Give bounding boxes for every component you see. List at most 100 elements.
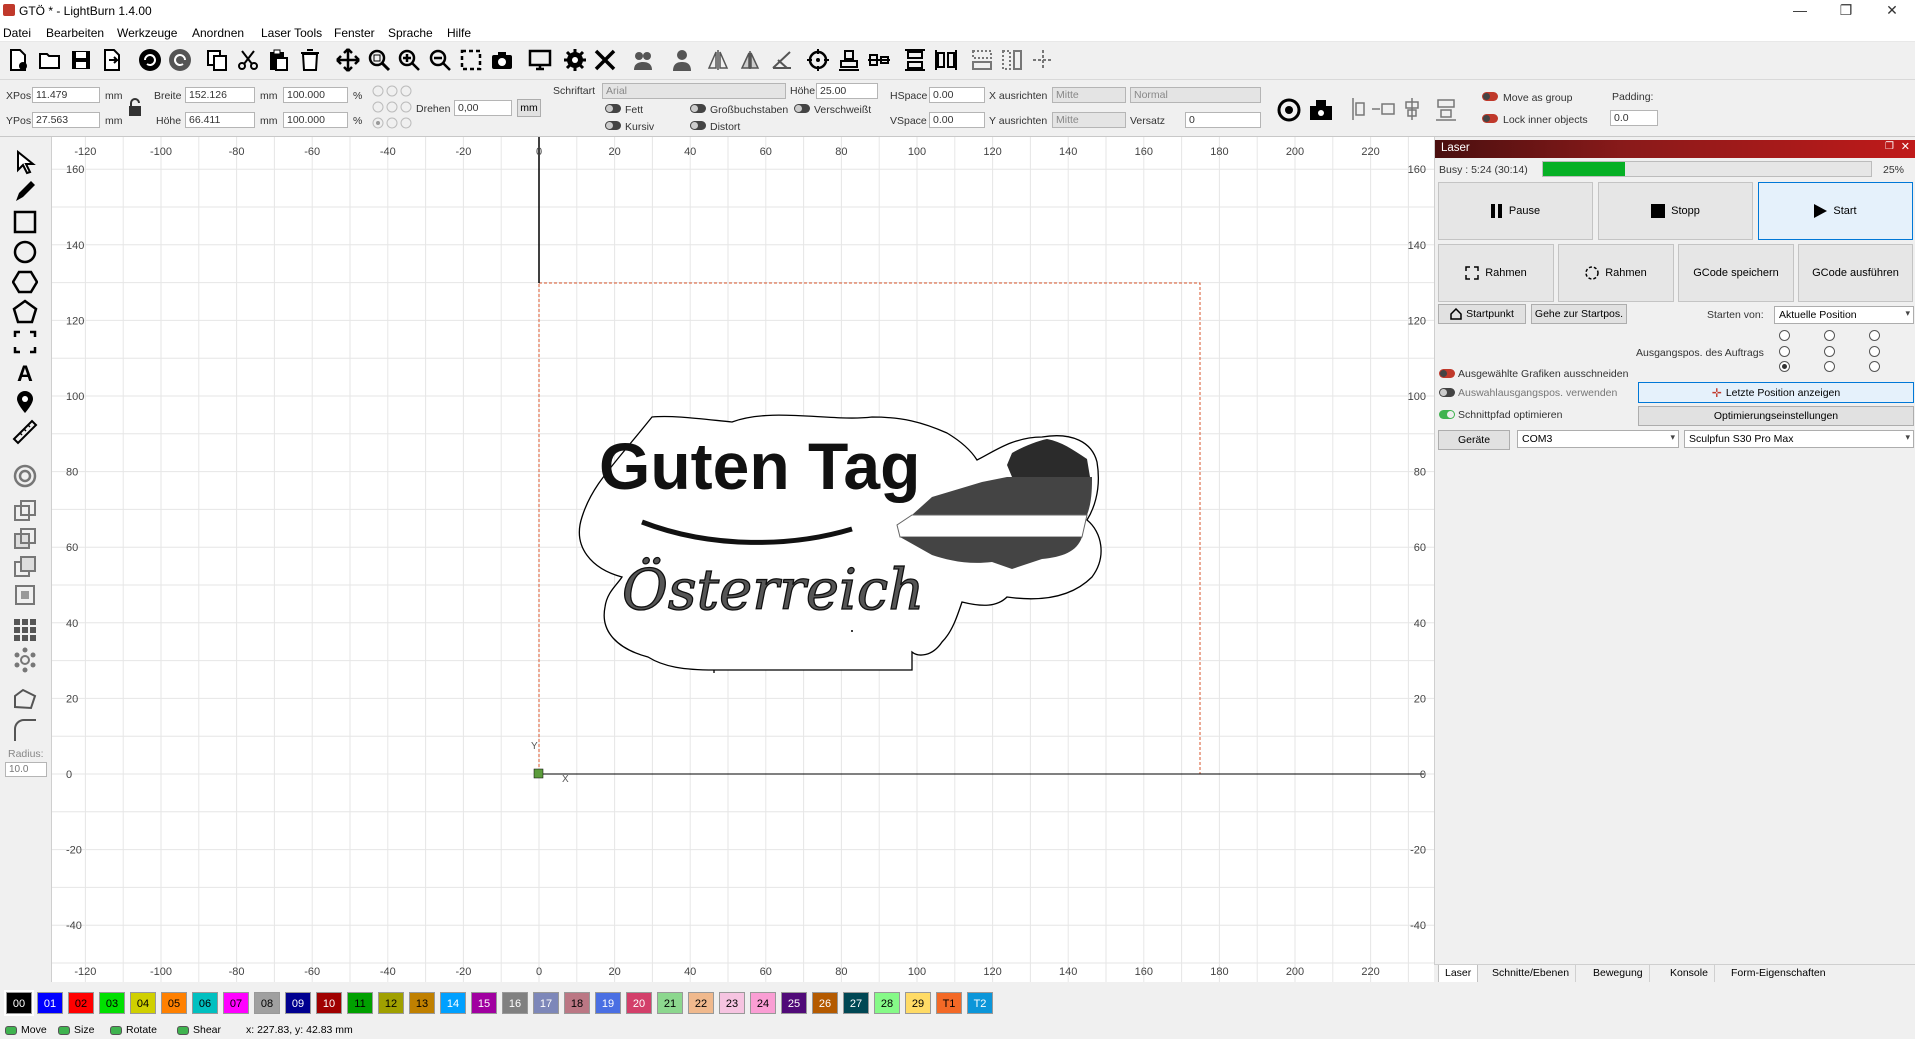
frame-corners-icon[interactable] xyxy=(12,329,38,355)
tab-cuts-layers[interactable]: Schnitte/Ebenen xyxy=(1486,965,1577,983)
menu-werkzeuge[interactable]: Werkzeuge xyxy=(117,26,177,40)
layer-swatch-16[interactable]: 16 xyxy=(502,992,528,1014)
origin-radio-tl[interactable] xyxy=(1779,330,1790,341)
menu-fenster[interactable]: Fenster xyxy=(334,26,375,40)
layer-swatch-14[interactable]: 14 xyxy=(440,992,466,1014)
menu-anordnen[interactable]: Anordnen xyxy=(192,26,244,40)
refresh-eye-icon[interactable] xyxy=(1277,98,1301,122)
layer-swatch-03[interactable]: 03 xyxy=(99,992,125,1014)
layer-swatch-T2[interactable]: T2 xyxy=(967,992,993,1014)
layer-swatch-21[interactable]: 21 xyxy=(657,992,683,1014)
layer-swatch-26[interactable]: 26 xyxy=(812,992,838,1014)
frame-button[interactable]: Rahmen xyxy=(1438,244,1554,302)
startpunkt-button[interactable]: Startpunkt xyxy=(1438,304,1526,324)
boolean-subtract-icon[interactable] xyxy=(12,554,38,580)
weld-icon[interactable] xyxy=(12,498,38,524)
position-pin-icon[interactable] xyxy=(12,389,38,415)
cross-align-icon[interactable] xyxy=(1031,48,1055,72)
ellipse-icon[interactable] xyxy=(12,239,38,265)
edit-nodes-icon[interactable] xyxy=(12,687,38,713)
layer-swatch-13[interactable]: 13 xyxy=(409,992,435,1014)
corner-radius-icon[interactable] xyxy=(12,717,38,743)
camera-icon[interactable] xyxy=(490,48,514,72)
kursiv-toggle[interactable] xyxy=(605,121,621,130)
undo-icon[interactable] xyxy=(138,48,162,72)
layer-swatch-08[interactable]: 08 xyxy=(254,992,280,1014)
text-tool-icon[interactable]: A xyxy=(12,359,38,386)
layer-swatch-06[interactable]: 06 xyxy=(192,992,218,1014)
layer-swatch-19[interactable]: 19 xyxy=(595,992,621,1014)
xpos-field[interactable]: 11.479 xyxy=(32,87,100,103)
close-panel-icon[interactable]: ✕ xyxy=(1901,140,1910,153)
save-icon[interactable] xyxy=(69,48,93,72)
status-size[interactable]: Size xyxy=(58,1024,94,1036)
start-button[interactable]: Start xyxy=(1758,182,1913,240)
select-frame-icon[interactable] xyxy=(459,48,483,72)
origin-radio-ml[interactable] xyxy=(1779,346,1790,357)
layer-swatch-T1[interactable]: T1 xyxy=(936,992,962,1014)
layer-swatch-09[interactable]: 09 xyxy=(285,992,311,1014)
device-select[interactable]: Sculpfun S30 Pro Max ▾ xyxy=(1684,430,1914,448)
radius-field[interactable]: 10.0 xyxy=(5,762,47,777)
origin-radio-br[interactable] xyxy=(1869,361,1880,372)
scale-h-field[interactable]: 100.000 xyxy=(283,112,348,128)
layer-swatch-01[interactable]: 01 xyxy=(37,992,63,1014)
tab-move[interactable]: Bewegung xyxy=(1587,965,1650,983)
tab-laser[interactable]: Laser xyxy=(1438,965,1479,983)
float-panel-icon[interactable]: ❐ xyxy=(1885,141,1894,152)
circular-array-icon[interactable] xyxy=(12,647,38,673)
devices-button[interactable]: Geräte xyxy=(1438,430,1510,450)
origin-radio-tr[interactable] xyxy=(1869,330,1880,341)
lock-icon[interactable] xyxy=(127,98,143,116)
delete-icon[interactable] xyxy=(298,48,322,72)
dock-h-icon[interactable] xyxy=(1000,48,1024,72)
pen-icon[interactable] xyxy=(12,179,38,205)
minimize-button[interactable]: — xyxy=(1777,0,1823,22)
layer-swatch-17[interactable]: 17 xyxy=(533,992,559,1014)
layer-swatch-18[interactable]: 18 xyxy=(564,992,590,1014)
node-edit-icon[interactable] xyxy=(631,48,655,72)
rotate-icon[interactable] xyxy=(770,48,794,72)
redo-icon[interactable] xyxy=(168,48,192,72)
layer-swatch-25[interactable]: 25 xyxy=(781,992,807,1014)
goto-origin-button[interactable]: Gehe zur Startpos. xyxy=(1531,304,1627,324)
polygon-icon[interactable] xyxy=(11,269,39,295)
rectangle-icon[interactable] xyxy=(12,209,38,235)
zoom-out-icon[interactable] xyxy=(428,48,452,72)
drehen-field[interactable]: 0,00 xyxy=(454,100,512,116)
center-target-icon[interactable] xyxy=(806,48,830,72)
scale-w-field[interactable]: 100.000 xyxy=(283,87,348,103)
status-rotate[interactable]: Rotate xyxy=(110,1024,157,1036)
save-as-icon[interactable] xyxy=(100,48,124,72)
offset-tool-icon[interactable] xyxy=(12,463,38,489)
padding-field[interactable]: 0.0 xyxy=(1610,110,1658,126)
optimization-settings-button[interactable]: Optimierungseinstellungen xyxy=(1638,406,1914,426)
pause-button[interactable]: Pause xyxy=(1438,182,1593,240)
layer-swatch-02[interactable]: 02 xyxy=(68,992,94,1014)
distribute-h-icon[interactable] xyxy=(934,48,958,72)
layer-swatch-28[interactable]: 28 xyxy=(874,992,900,1014)
status-shear[interactable]: Shear xyxy=(177,1024,221,1036)
align-tools-icon[interactable] xyxy=(1350,96,1480,122)
open-folder-icon[interactable] xyxy=(38,48,62,72)
stop-button[interactable]: Stopp xyxy=(1598,182,1753,240)
boolean-union-icon[interactable] xyxy=(12,526,38,552)
copy-icon[interactable] xyxy=(205,48,229,72)
origin-radio-bl[interactable] xyxy=(1779,361,1790,372)
laser-machine-icon[interactable] xyxy=(1308,98,1334,122)
new-file-icon[interactable] xyxy=(6,48,30,72)
layer-swatch-23[interactable]: 23 xyxy=(719,992,745,1014)
measure-ruler-icon[interactable] xyxy=(12,419,38,445)
cut-selected-toggle[interactable] xyxy=(1439,369,1455,378)
versatz-field[interactable]: 0 xyxy=(1185,112,1261,128)
show-last-position-button[interactable]: ✛ Letzte Position anzeigen xyxy=(1638,382,1914,403)
settings-gear-icon[interactable] xyxy=(563,48,587,72)
verschweisst-toggle[interactable] xyxy=(794,104,810,113)
origin-radio-mr[interactable] xyxy=(1869,346,1880,357)
x-align-select[interactable]: Mitte xyxy=(1052,87,1126,103)
layer-swatch-15[interactable]: 15 xyxy=(471,992,497,1014)
layer-swatch-24[interactable]: 24 xyxy=(750,992,776,1014)
tools-icon[interactable] xyxy=(593,48,617,72)
lock-inner-toggle[interactable] xyxy=(1482,114,1498,123)
workspace-canvas[interactable]: Y X -120 -100 -80 -60 -40 -20 0 20 40 60 80 100 120 1… xyxy=(52,137,1434,982)
